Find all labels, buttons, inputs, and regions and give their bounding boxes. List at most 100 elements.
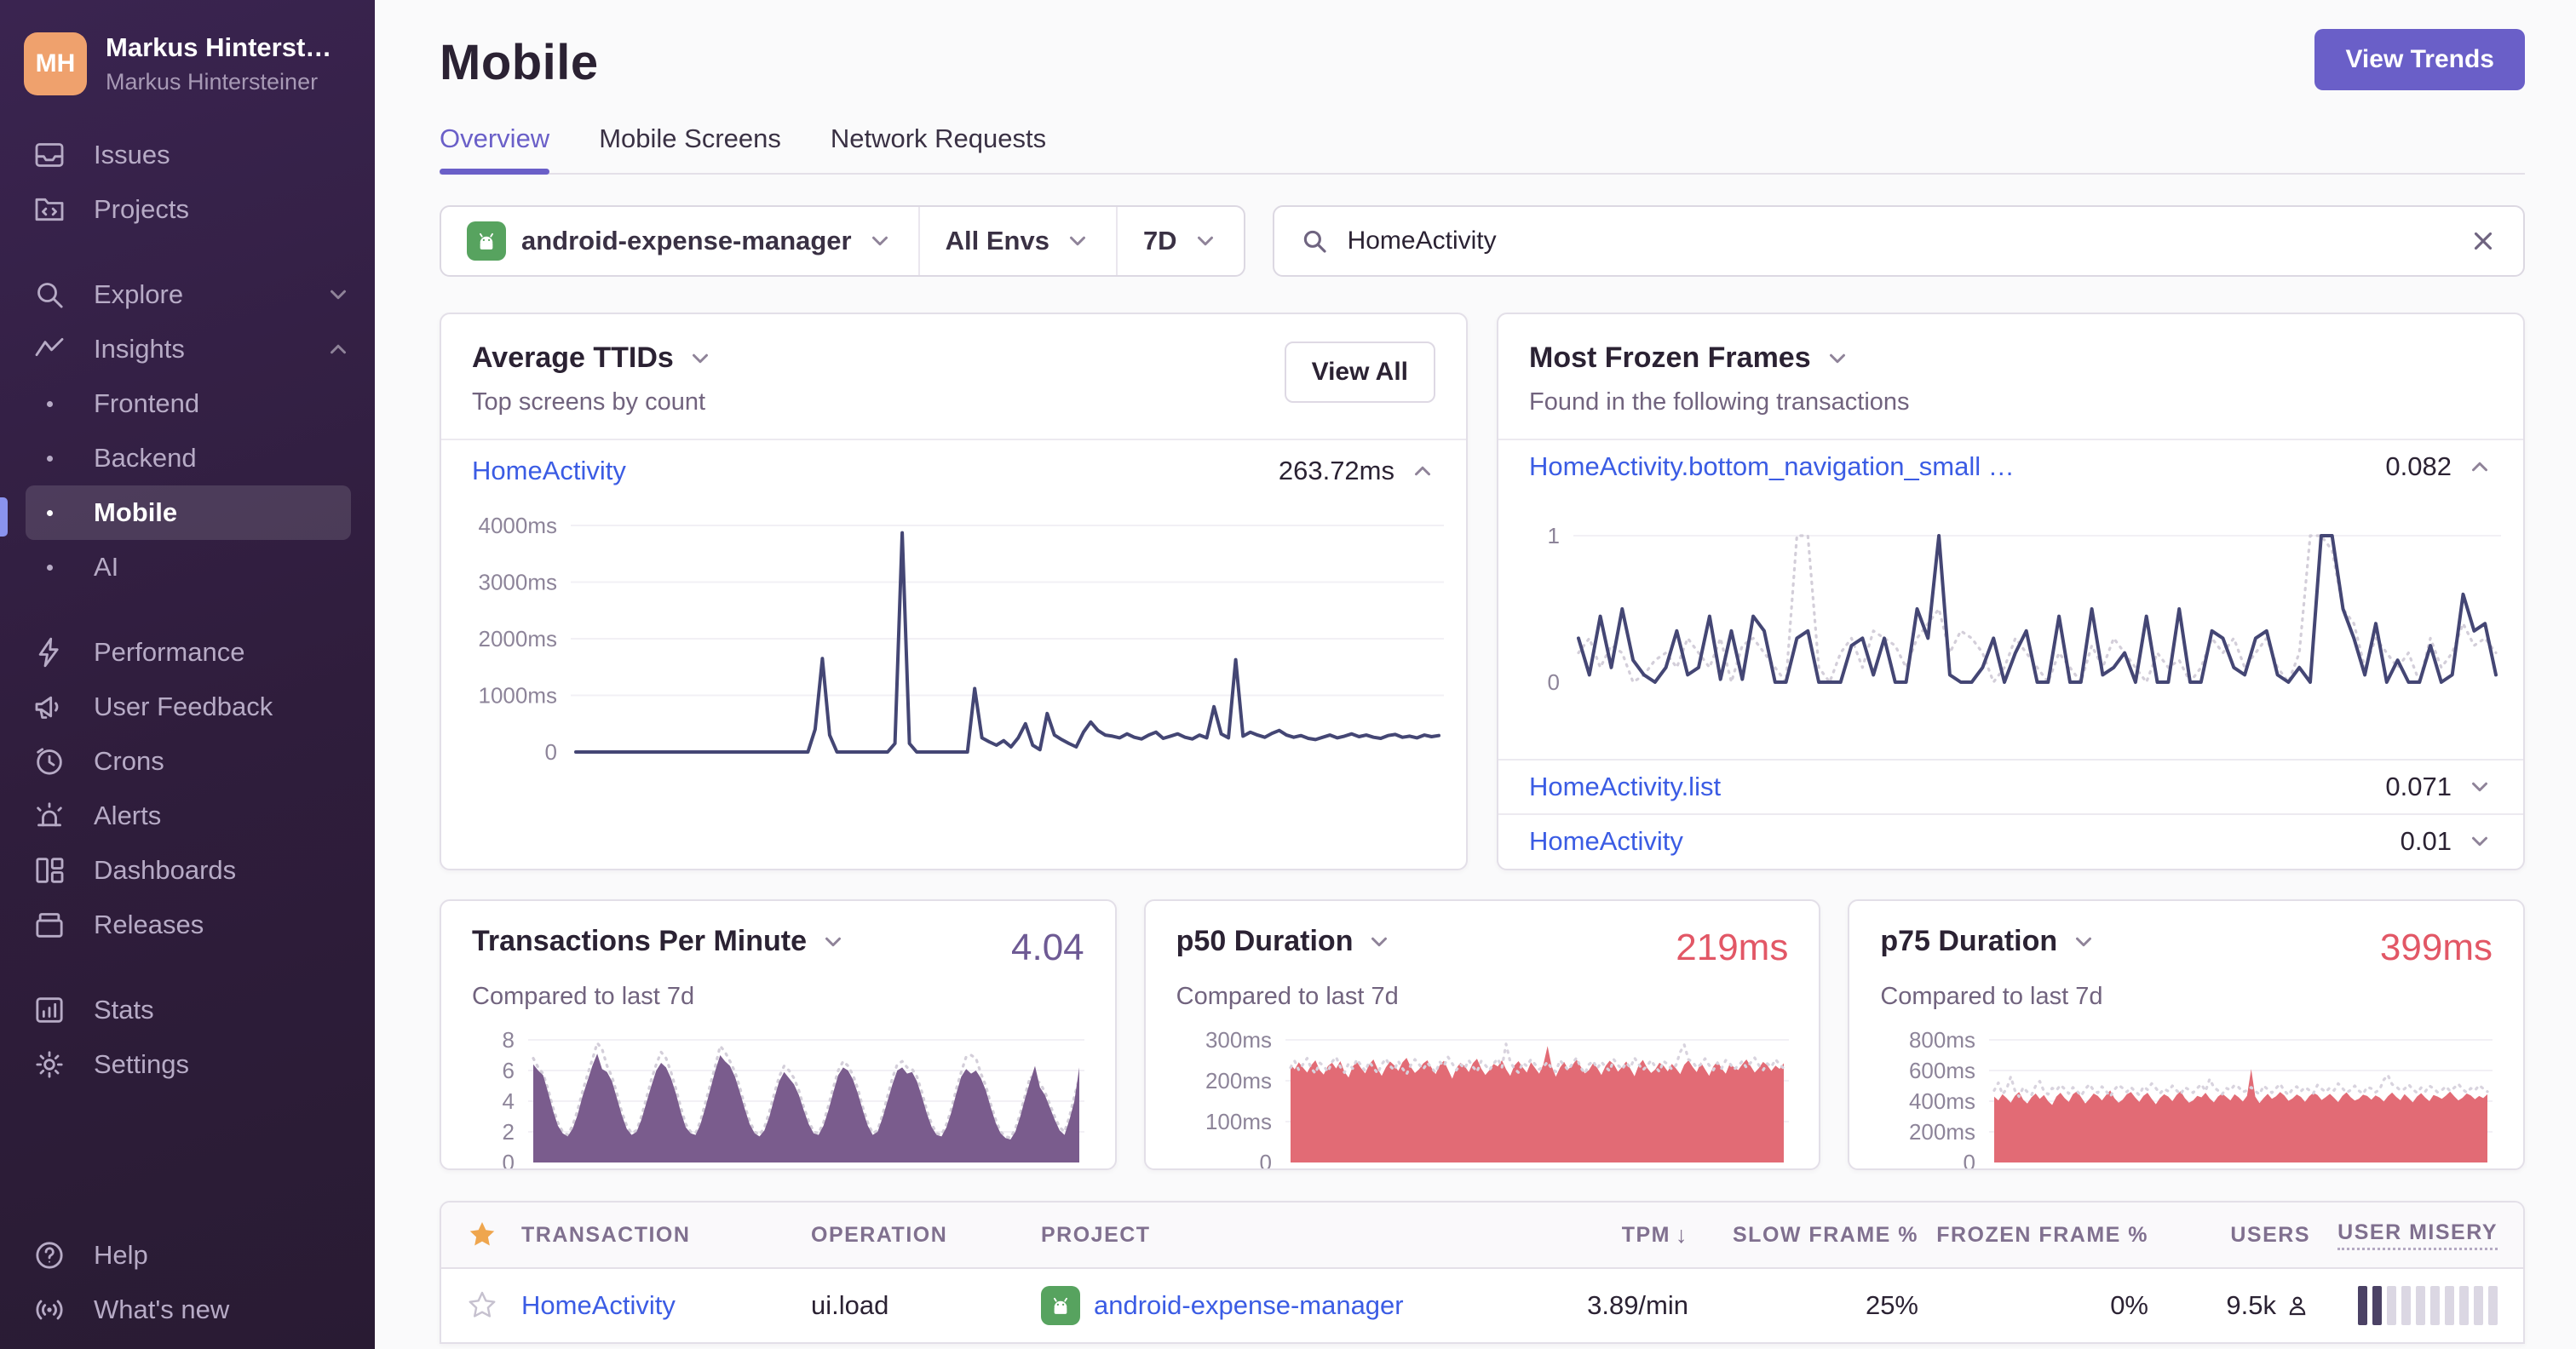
transaction-link[interactable]: HomeActivity: [521, 1290, 676, 1321]
sidebar-item-label: Alerts: [94, 801, 162, 830]
sidebar-item-label: Issues: [94, 140, 170, 169]
tabs-bar: Overview Mobile Screens Network Requests: [440, 123, 2525, 175]
org-switcher[interactable]: MH Markus Hinterst… Markus Hintersteiner: [0, 20, 375, 107]
env-filter-label: All Envs: [945, 226, 1049, 255]
bullet-icon: [31, 400, 68, 407]
android-project-icon: [1041, 1286, 1080, 1325]
p50-value: 219ms: [1676, 927, 1789, 968]
svg-text:4: 4: [503, 1088, 515, 1114]
sidebar-item-label: Frontend: [94, 388, 200, 418]
search-box[interactable]: [1272, 205, 2525, 277]
sidebar-item-label: Projects: [94, 194, 189, 224]
tpm-card: Transactions Per Minute 4.04 Compared to…: [440, 899, 1117, 1170]
tpm-chart: 8 6 4 2 0: [472, 1027, 1084, 1168]
insights-icon: [31, 332, 68, 366]
column-header-transaction[interactable]: TRANSACTION: [521, 1223, 811, 1248]
svg-text:0: 0: [545, 739, 557, 765]
search-input[interactable]: [1345, 226, 2452, 256]
chevron-down-icon: [871, 236, 888, 246]
main-content: Mobile View Trends Overview Mobile Scree…: [375, 0, 2576, 1349]
chevron-down-icon[interactable]: [820, 929, 846, 955]
chevron-down-icon[interactable]: [2467, 774, 2493, 800]
transaction-link[interactable]: HomeActivity.list: [1529, 772, 1721, 802]
siren-icon: [31, 799, 68, 833]
svg-text:6: 6: [503, 1058, 515, 1083]
sidebar-item-dashboards[interactable]: Dashboards: [0, 843, 375, 898]
sidebar-item-frontend[interactable]: Frontend: [0, 376, 375, 431]
projects-icon: [31, 192, 68, 227]
transaction-link[interactable]: HomeActivity.bottom_navigation_small …: [1529, 451, 2015, 482]
chevron-down-icon[interactable]: [687, 346, 713, 371]
sidebar-item-mobile[interactable]: Mobile: [26, 485, 351, 540]
chevron-up-icon[interactable]: [1410, 458, 1435, 484]
sidebar-item-label: Insights: [94, 334, 185, 364]
sidebar-item-ai[interactable]: AI: [0, 540, 375, 594]
operation-cell: ui.load: [811, 1290, 889, 1320]
chevron-down-icon[interactable]: [1366, 929, 1392, 955]
chevron-up-icon[interactable]: [2467, 454, 2493, 479]
sidebar-item-insights[interactable]: Insights: [0, 322, 375, 376]
sidebar-item-help[interactable]: Help: [0, 1228, 375, 1283]
column-header-project[interactable]: PROJECT: [1041, 1223, 1518, 1248]
column-header-users[interactable]: USERS: [2148, 1223, 2310, 1248]
chevron-down-icon: [1197, 236, 1213, 246]
transaction-link[interactable]: HomeActivity: [472, 456, 626, 486]
sidebar-item-backend[interactable]: Backend: [0, 431, 375, 485]
transaction-link[interactable]: HomeActivity: [1529, 826, 1683, 857]
sidebar-item-stats[interactable]: Stats: [0, 983, 375, 1037]
column-header-frozen-frame[interactable]: FROZEN FRAME %: [1918, 1223, 2148, 1248]
sidebar-item-issues[interactable]: Issues: [0, 128, 375, 182]
filter-bar: android-expense-manager All Envs 7D: [440, 205, 2525, 277]
sidebar-item-whats-new[interactable]: What's new: [0, 1283, 375, 1337]
sidebar-nav: Issues Projects Explore Insights Fronten…: [0, 128, 375, 1092]
frozen-frames-row: HomeActivity.list 0.071: [1498, 761, 2523, 813]
svg-text:200ms: 200ms: [1909, 1119, 1975, 1145]
env-filter[interactable]: All Envs: [917, 207, 1116, 275]
tab-mobile-screens[interactable]: Mobile Screens: [599, 123, 781, 173]
users-cell: 9.5k: [2148, 1290, 2310, 1321]
sidebar-item-label: User Feedback: [94, 692, 273, 721]
sidebar-item-explore[interactable]: Explore: [0, 267, 375, 322]
chevron-down-icon[interactable]: [2467, 829, 2493, 854]
sidebar-item-releases[interactable]: Releases: [0, 898, 375, 952]
frozen-frames-value: 0.082: [2385, 451, 2452, 481]
chevron-down-icon[interactable]: [1825, 346, 1850, 371]
tab-overview[interactable]: Overview: [440, 123, 550, 175]
slow-frame-cell: 25%: [1865, 1290, 1918, 1320]
chevron-down-icon[interactable]: [2071, 929, 2096, 955]
svg-text:1000ms: 1000ms: [479, 683, 558, 709]
period-filter[interactable]: 7D: [1115, 207, 1244, 275]
ttid-transaction-row: HomeActivity 263.72ms: [441, 440, 1466, 502]
svg-text:0: 0: [1259, 1150, 1271, 1170]
svg-text:2: 2: [503, 1119, 515, 1145]
search-icon: [1303, 230, 1326, 253]
bar-chart-icon: [31, 993, 68, 1027]
project-link[interactable]: android-expense-manager: [1094, 1290, 1404, 1321]
svg-text:100ms: 100ms: [1205, 1109, 1272, 1134]
sidebar-item-alerts[interactable]: Alerts: [0, 789, 375, 843]
sidebar-item-settings[interactable]: Settings: [0, 1037, 375, 1092]
view-trends-button[interactable]: View Trends: [2314, 29, 2525, 90]
favorite-star-icon[interactable]: [467, 1290, 497, 1321]
tab-network-requests[interactable]: Network Requests: [831, 123, 1046, 173]
sidebar-item-crons[interactable]: Crons: [0, 734, 375, 789]
page-title: Mobile: [440, 35, 599, 90]
sidebar-item-label: Dashboards: [94, 855, 237, 885]
sidebar-item-performance[interactable]: Performance: [0, 625, 375, 680]
column-header-tpm[interactable]: TPM ↓: [1518, 1222, 1688, 1249]
column-header-user-misery[interactable]: USER MISERY: [2310, 1220, 2498, 1250]
android-project-icon: [467, 221, 506, 261]
clear-search-icon[interactable]: [2469, 227, 2498, 255]
p75-value: 399ms: [2379, 927, 2493, 968]
help-icon: [31, 1238, 68, 1272]
project-filter[interactable]: android-expense-manager: [441, 207, 918, 275]
view-all-button[interactable]: View All: [1284, 342, 1435, 403]
column-header-slow-frame[interactable]: SLOW FRAME %: [1688, 1223, 1918, 1248]
p75-duration-card: p75 Duration 399ms Compared to last 7d 8…: [1848, 899, 2525, 1170]
sidebar-item-projects[interactable]: Projects: [0, 182, 375, 237]
column-header-operation[interactable]: OPERATION: [811, 1223, 1041, 1248]
sidebar-item-label: Crons: [94, 746, 164, 776]
frozen-frames-chart: 10: [1512, 493, 2501, 759]
p50-chart: 300ms 200ms 100ms 0: [1176, 1027, 1789, 1170]
sidebar-item-user-feedback[interactable]: User Feedback: [0, 680, 375, 734]
